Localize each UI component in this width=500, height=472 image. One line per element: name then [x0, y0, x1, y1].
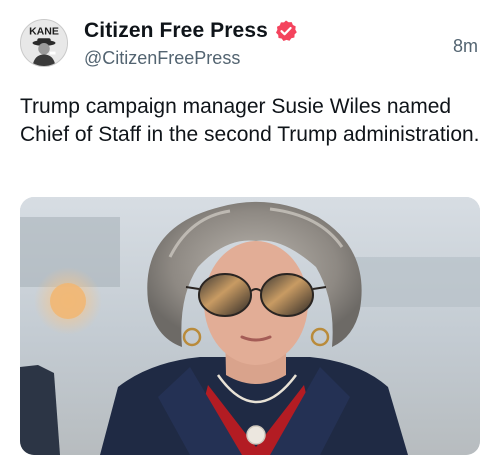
avatar-logo-text: KANE: [29, 25, 59, 37]
author-display-name[interactable]: Citizen Free Press: [84, 19, 268, 43]
author-name-row: Citizen Free Press: [84, 18, 298, 44]
post-text: Trump campaign manager Susie Wiles named…: [20, 95, 480, 146]
avatar-image: KANE: [21, 20, 67, 66]
author-handle[interactable]: @CitizenFreePress: [84, 48, 240, 69]
photo-woman-sunglasses: [20, 197, 480, 455]
post-timestamp[interactable]: 8m: [453, 36, 478, 57]
avatar[interactable]: KANE: [20, 19, 68, 67]
verified-badge-icon: [274, 19, 298, 43]
tweet-card[interactable]: KANE Citizen Free Press @CitizenFreePres…: [0, 0, 500, 472]
post-media-image[interactable]: [20, 197, 480, 455]
